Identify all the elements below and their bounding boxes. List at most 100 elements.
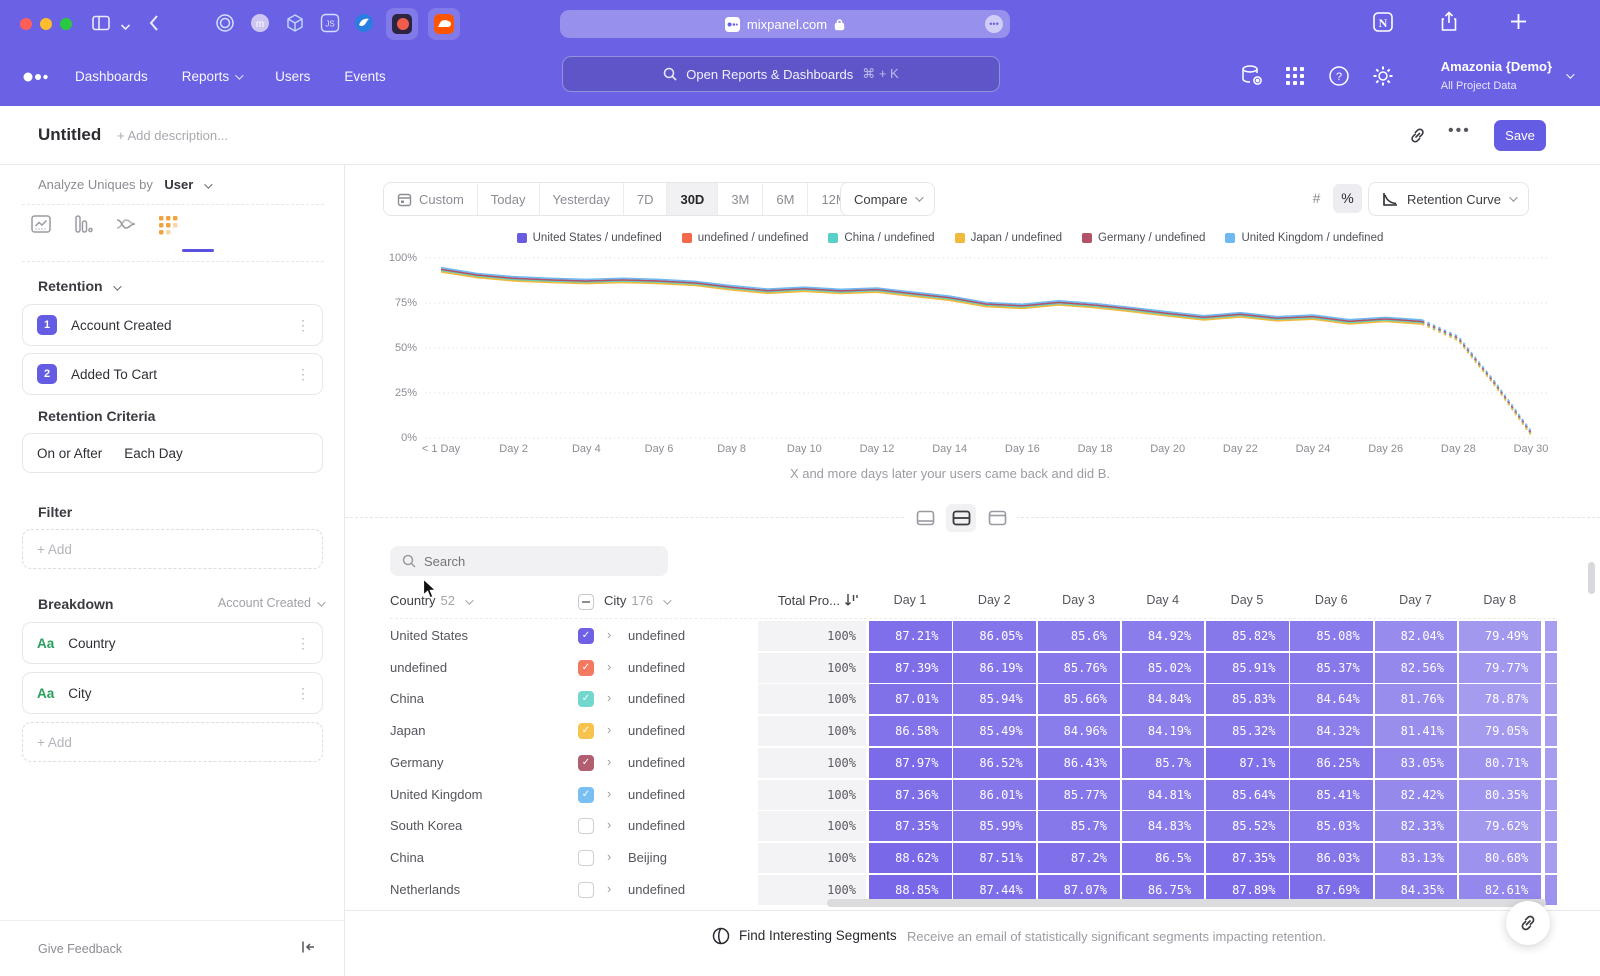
breakdown-event-selector[interactable]: Account Created: [218, 596, 323, 610]
range-30d[interactable]: 30D: [667, 183, 718, 215]
apps-grid-icon[interactable]: [1285, 66, 1305, 91]
back-icon[interactable]: [148, 13, 160, 38]
settings-gear-icon[interactable]: [1372, 65, 1394, 92]
tab-flows[interactable]: [114, 213, 138, 237]
split-view-icon[interactable]: [946, 504, 976, 532]
day-column-header[interactable]: Day 6: [1290, 593, 1372, 607]
city-column-header[interactable]: City176: [604, 593, 669, 608]
row-checkbox-checked[interactable]: ✓: [578, 755, 594, 771]
range-custom[interactable]: Custom: [384, 183, 478, 215]
sidebar-toggle-icon[interactable]: [90, 12, 112, 39]
row-checkbox-checked[interactable]: ✓: [578, 628, 594, 644]
expand-row-icon[interactable]: ›: [607, 722, 611, 737]
extension-js-icon[interactable]: JS: [320, 13, 340, 38]
add-filter-button[interactable]: + Add: [22, 529, 323, 569]
extension-ring-icon[interactable]: [215, 13, 235, 38]
row-checkbox-unchecked[interactable]: [578, 818, 594, 834]
range-3m[interactable]: 3M: [718, 183, 763, 215]
expand-row-icon[interactable]: ›: [607, 659, 611, 674]
row-checkbox-checked[interactable]: ✓: [578, 723, 594, 739]
total-column-header[interactable]: Total Pro...: [740, 593, 840, 608]
global-search-button[interactable]: Open Reports & Dashboards ⌘ + K: [562, 56, 1000, 92]
address-bar[interactable]: mixpanel.com •••: [560, 10, 1010, 38]
chart-type-selector[interactable]: Retention Curve: [1368, 182, 1529, 216]
share-icon[interactable]: [1438, 10, 1460, 39]
retention-criteria-card[interactable]: On or After Each Day: [22, 433, 323, 473]
range-today[interactable]: Today: [478, 183, 540, 215]
expand-row-icon[interactable]: ›: [607, 849, 611, 864]
find-segments-title[interactable]: Find Interesting Segments: [739, 928, 897, 943]
nav-item-reports[interactable]: Reports: [182, 69, 241, 84]
range-yesterday[interactable]: Yesterday: [540, 183, 624, 215]
row-checkbox-checked[interactable]: ✓: [578, 660, 594, 676]
day-column-header[interactable]: Day 2: [953, 593, 1035, 607]
project-selector[interactable]: Amazonia {Demo} All Project Data: [1441, 58, 1572, 94]
table-only-view-icon[interactable]: [982, 504, 1012, 532]
criteria-mode[interactable]: On or After: [37, 446, 102, 461]
expand-row-icon[interactable]: ›: [607, 817, 611, 832]
expand-row-icon[interactable]: ›: [607, 754, 611, 769]
add-description-button[interactable]: + Add description...: [117, 128, 228, 143]
absolute-values-toggle[interactable]: #: [1302, 184, 1331, 213]
extension-avatar-icon[interactable]: m: [250, 13, 270, 38]
give-feedback-link[interactable]: Give Feedback: [38, 942, 122, 956]
legend-item[interactable]: United States / undefined: [517, 232, 662, 244]
tab-insights[interactable]: [30, 213, 54, 237]
help-icon[interactable]: ?: [1328, 65, 1350, 92]
horizontal-scrollbar[interactable]: [827, 899, 1546, 907]
save-button[interactable]: Save: [1494, 120, 1546, 151]
nav-item-events[interactable]: Events: [344, 69, 385, 84]
close-window-button[interactable]: [20, 18, 32, 30]
day-column-header[interactable]: Day 1: [869, 593, 951, 607]
notion-extension-icon[interactable]: N: [1372, 11, 1394, 38]
expand-row-icon[interactable]: ›: [607, 786, 611, 801]
retention-section-header[interactable]: Retention: [38, 278, 119, 296]
percent-values-toggle[interactable]: %: [1333, 184, 1362, 213]
page-title[interactable]: Untitled: [38, 125, 101, 145]
extension-producthunt-tile[interactable]: [386, 8, 418, 40]
minimize-window-button[interactable]: [40, 18, 52, 30]
day-column-header[interactable]: Day 8: [1459, 593, 1541, 607]
criteria-interval[interactable]: Each Day: [124, 446, 183, 461]
row-checkbox-checked[interactable]: ✓: [578, 787, 594, 803]
extension-soundcloud-tile[interactable]: [428, 8, 460, 40]
row-checkbox-unchecked[interactable]: [578, 882, 594, 898]
share-link-fab[interactable]: [1506, 901, 1550, 945]
tab-funnels[interactable]: [72, 213, 96, 237]
step-card-account-created[interactable]: 1 Account Created ⋮: [22, 304, 323, 346]
legend-item[interactable]: China / undefined: [828, 232, 934, 244]
nav-item-users[interactable]: Users: [275, 69, 310, 84]
zoom-window-button[interactable]: [60, 18, 72, 30]
table-search[interactable]: [390, 546, 668, 576]
collapse-sidebar-icon[interactable]: [300, 939, 316, 958]
site-options-icon[interactable]: •••: [985, 15, 1003, 33]
range-7d[interactable]: 7D: [624, 183, 668, 215]
nav-item-dashboards[interactable]: Dashboards: [75, 69, 148, 84]
range-6m[interactable]: 6M: [763, 183, 808, 215]
more-options-icon[interactable]: •••: [1448, 122, 1471, 140]
kebab-menu-icon[interactable]: ⋮: [296, 366, 310, 383]
analyze-uniques-row[interactable]: Analyze Uniques by User: [38, 176, 210, 194]
expand-row-icon[interactable]: ›: [607, 881, 611, 896]
step-card-added-to-cart[interactable]: 2 Added To Cart ⋮: [22, 353, 323, 395]
expand-row-icon[interactable]: ›: [607, 690, 611, 705]
tab-retention[interactable]: [156, 213, 180, 237]
mixpanel-logo[interactable]: [22, 70, 56, 88]
day-column-header[interactable]: Day 4: [1122, 593, 1204, 607]
copy-link-icon[interactable]: [1408, 126, 1427, 150]
select-all-checkbox[interactable]: [578, 594, 594, 610]
compare-button[interactable]: Compare: [840, 182, 935, 216]
chevron-down-icon[interactable]: [120, 18, 131, 36]
extension-cube-icon[interactable]: [285, 13, 305, 38]
extension-bird-icon[interactable]: [354, 13, 374, 38]
day-column-header[interactable]: Day 3: [1038, 593, 1120, 607]
kebab-menu-icon[interactable]: ⋮: [296, 317, 310, 334]
legend-item[interactable]: Japan / undefined: [955, 232, 1062, 244]
vertical-scrollbar[interactable]: [1588, 562, 1595, 594]
new-tab-icon[interactable]: [1508, 11, 1529, 37]
sort-descending-icon[interactable]: [844, 592, 859, 613]
chart-only-view-icon[interactable]: [910, 504, 940, 532]
row-checkbox-unchecked[interactable]: [578, 850, 594, 866]
legend-item[interactable]: undefined / undefined: [682, 232, 809, 244]
day-column-header[interactable]: Day 7: [1375, 593, 1457, 607]
